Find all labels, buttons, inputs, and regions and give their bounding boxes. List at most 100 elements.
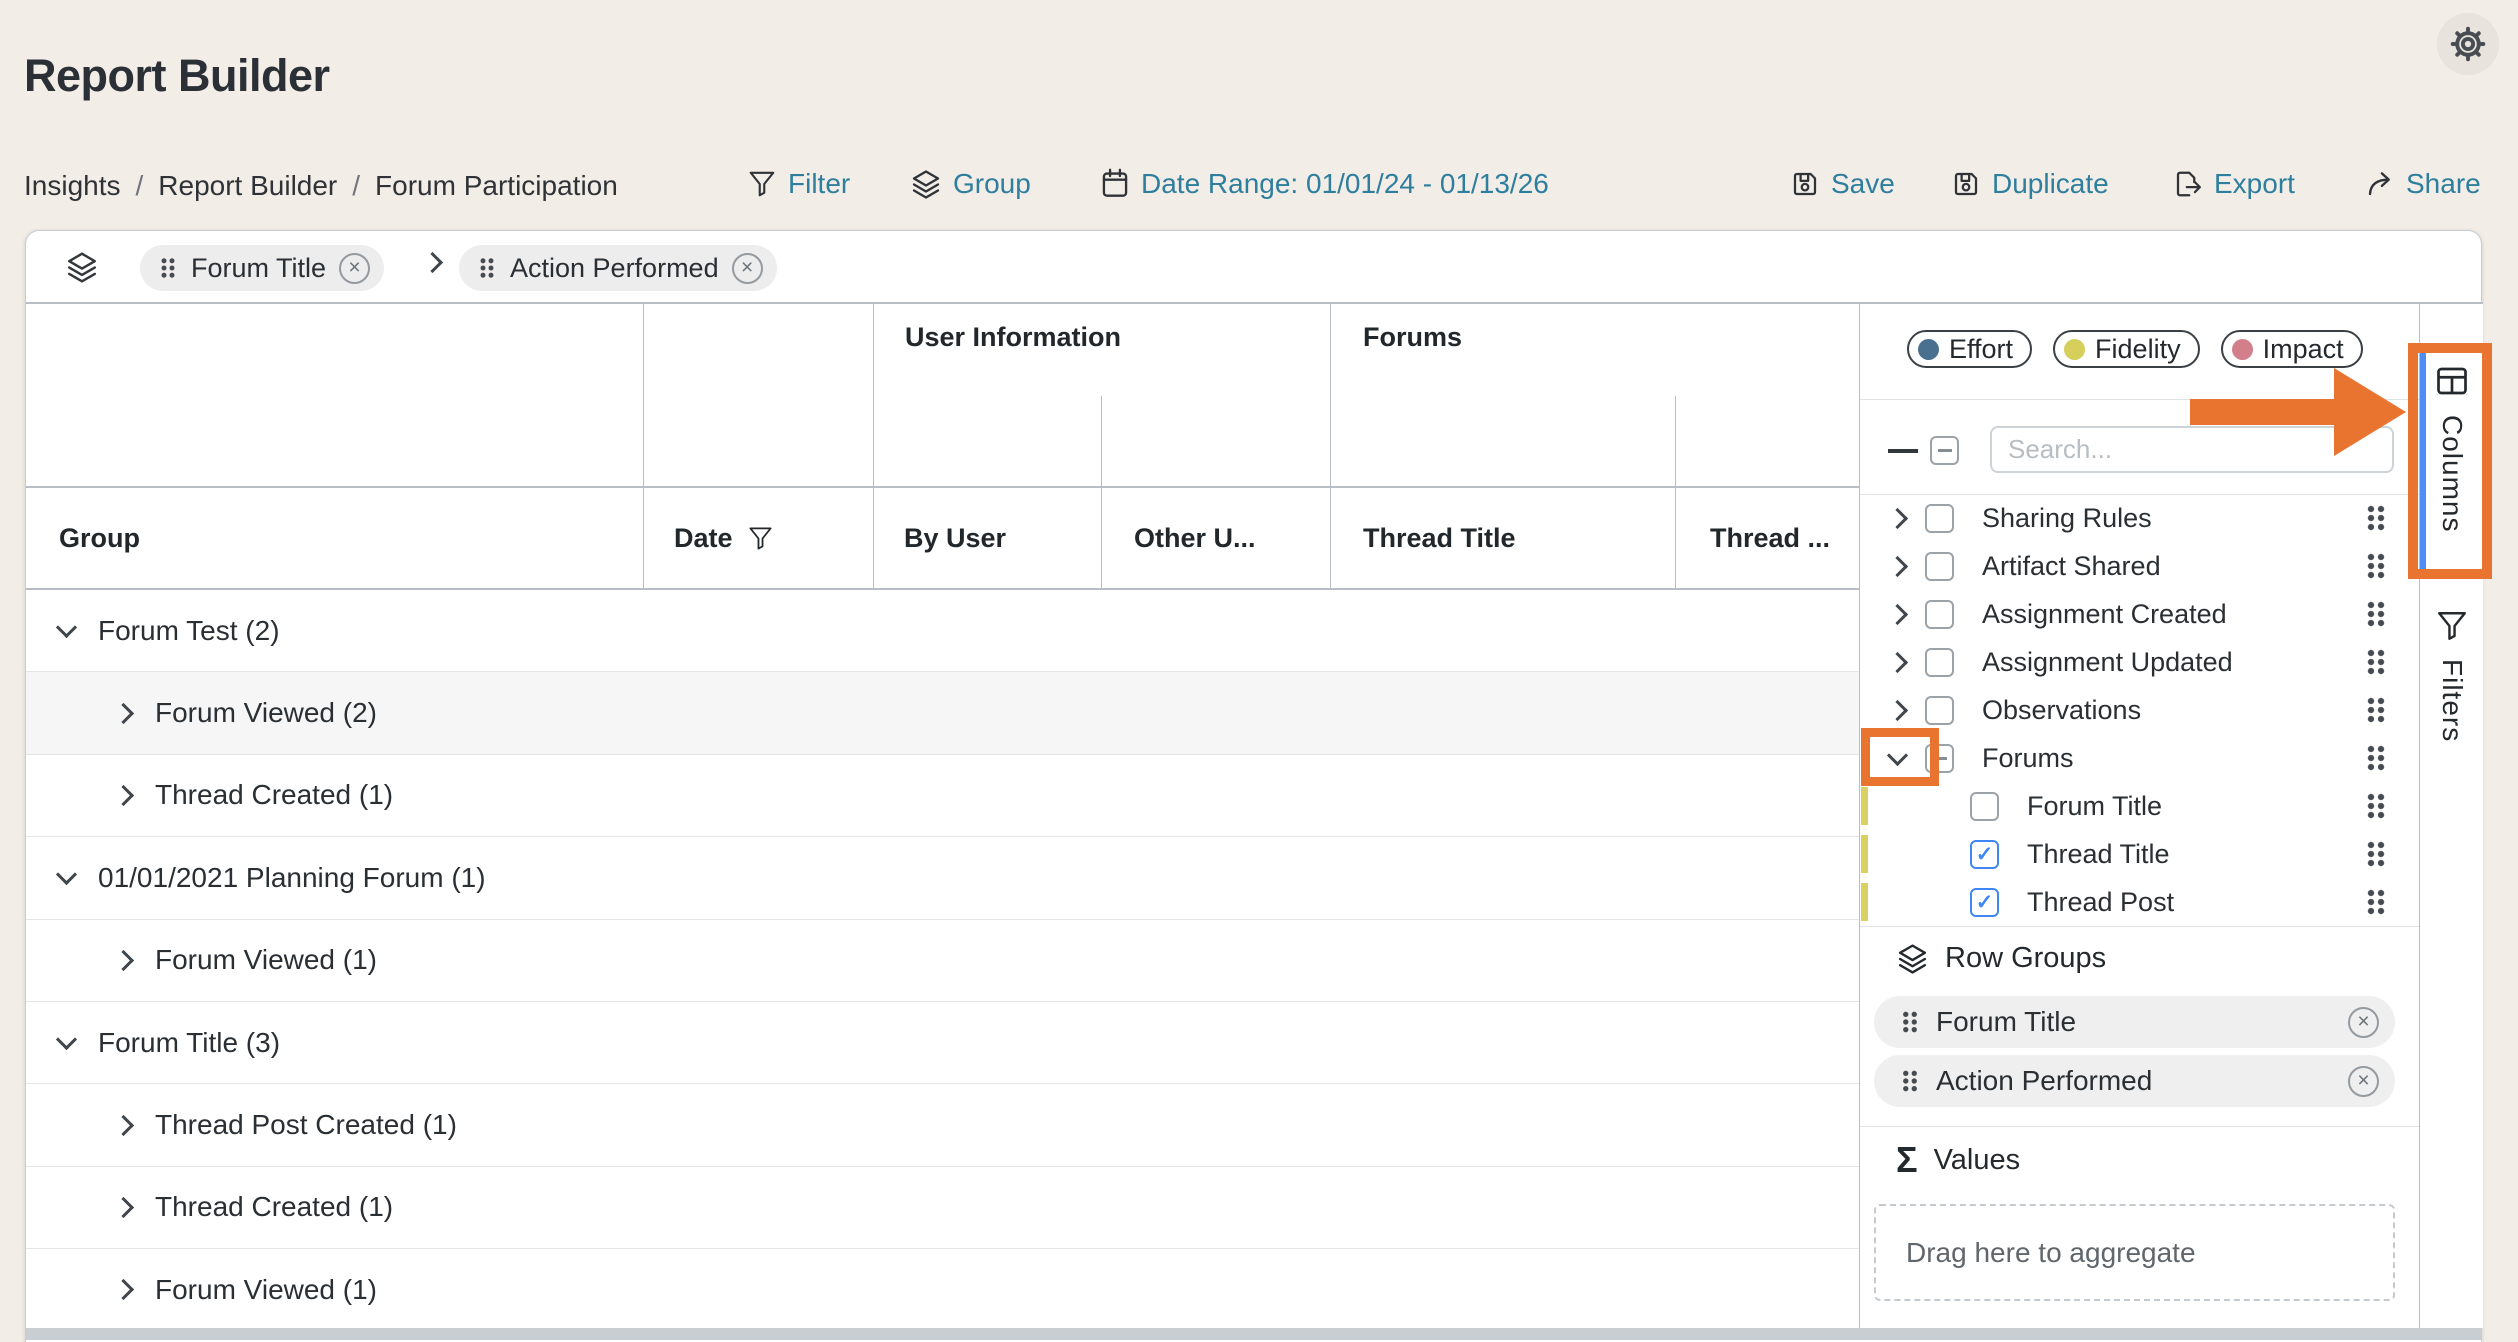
column-header-thread[interactable]: Thread ... [1710, 488, 1830, 588]
drag-handle-icon[interactable] [2366, 742, 2386, 774]
group-button[interactable]: Group [910, 165, 1031, 203]
tree-item-forums[interactable]: Forums [1860, 734, 2420, 782]
drag-handle-icon[interactable] [160, 255, 176, 281]
drag-handle-icon[interactable] [2366, 502, 2386, 534]
tree-item-assignment-updated[interactable]: Assignment Updated [1860, 638, 2420, 686]
tree-item-thread-post[interactable]: Thread Post [1860, 878, 2420, 926]
checkbox-indeterminate[interactable] [1925, 744, 1954, 773]
drag-handle-icon[interactable] [2366, 550, 2386, 582]
horizontal-scrollbar[interactable] [26, 1328, 2481, 1340]
share-button[interactable]: Share [2365, 165, 2481, 203]
tree-item-label: Assignment Updated [1982, 647, 2233, 678]
tree-item-thread-title[interactable]: Thread Title [1860, 830, 2420, 878]
table-row-forum-viewed[interactable]: Forum Viewed (1) [26, 920, 1859, 1002]
group-chip-action-performed[interactable]: Action Performed × [459, 245, 777, 291]
chevron-right-icon[interactable] [113, 950, 134, 971]
chevron-right-icon[interactable] [1887, 603, 1908, 624]
collapse-all-icon[interactable] [1888, 449, 1918, 453]
chevron-right-icon[interactable] [113, 702, 134, 723]
metric-legend: Effort Fidelity Impact [1907, 330, 2363, 368]
column-header-thread-title[interactable]: Thread Title [1363, 488, 1516, 588]
tree-item-artifact-shared[interactable]: Artifact Shared [1860, 542, 2420, 590]
breadcrumb-report-builder[interactable]: Report Builder [158, 170, 337, 202]
drag-handle-icon[interactable] [2366, 838, 2386, 870]
row-group-chip-forum-title[interactable]: Forum Title × [1874, 996, 2395, 1048]
chevron-right-icon[interactable] [113, 785, 134, 806]
tab-filters[interactable]: Filters [2420, 609, 2484, 809]
drag-handle-icon[interactable] [1902, 1067, 1919, 1094]
save-button[interactable]: Save [1790, 165, 1895, 203]
chevron-right-icon[interactable] [113, 1197, 134, 1218]
table-row-forum-viewed[interactable]: Forum Viewed (2) [26, 672, 1859, 754]
drag-handle-icon[interactable] [2366, 694, 2386, 726]
table-row-forum-title[interactable]: Forum Title (3) [26, 1002, 1859, 1084]
chevron-down-icon[interactable] [56, 617, 77, 638]
table-row-planning-forum[interactable]: 01/01/2021 Planning Forum (1) [26, 837, 1859, 919]
drag-handle-icon[interactable] [2366, 790, 2386, 822]
checkbox-checked[interactable] [1970, 888, 1999, 917]
column-header-by-user[interactable]: By User [904, 488, 1006, 588]
chevron-right-icon[interactable] [113, 1114, 134, 1135]
chevron-down-icon[interactable] [56, 1029, 77, 1050]
chevron-right-icon[interactable] [1887, 651, 1908, 672]
tree-item-sharing-rules[interactable]: Sharing Rules [1860, 494, 2420, 542]
chevron-right-icon[interactable] [1887, 699, 1908, 720]
column-header-date[interactable]: Date [674, 488, 774, 588]
chevron-right-icon[interactable] [113, 1279, 134, 1300]
drag-handle-icon[interactable] [2366, 646, 2386, 678]
chevron-right-icon[interactable] [1887, 555, 1908, 576]
checkbox-checked[interactable] [1970, 840, 1999, 869]
breadcrumb-separator: / [352, 170, 360, 202]
legend-pill-effort[interactable]: Effort [1907, 330, 2032, 368]
row-group-chip-action-performed[interactable]: Action Performed × [1874, 1055, 2395, 1107]
duplicate-button[interactable]: Duplicate [1951, 165, 2109, 203]
table-row-thread-created[interactable]: Thread Created (1) [26, 755, 1859, 837]
column-header-other-user[interactable]: Other U... [1134, 488, 1256, 588]
group-chip-forum-title[interactable]: Forum Title × [140, 245, 384, 291]
tree-item-assignment-created[interactable]: Assignment Created [1860, 590, 2420, 638]
table-row-thread-post-created[interactable]: Thread Post Created (1) [26, 1084, 1859, 1166]
table-row-forum-viewed[interactable]: Forum Viewed (1) [26, 1249, 1859, 1331]
breadcrumb-forum-participation[interactable]: Forum Participation [375, 170, 618, 202]
select-all-checkbox[interactable] [1930, 436, 1959, 465]
export-button[interactable]: Export [2173, 165, 2295, 203]
drag-handle-icon[interactable] [479, 255, 495, 281]
settings-button[interactable] [2437, 13, 2499, 75]
values-dropzone[interactable]: Drag here to aggregate [1874, 1204, 2395, 1301]
checkbox[interactable] [1925, 552, 1954, 581]
floppy-icon [1790, 169, 1820, 199]
table-row-forum-test[interactable]: Forum Test (2) [26, 590, 1859, 672]
tree-item-forum-title[interactable]: Forum Title [1860, 782, 2420, 830]
remove-chip-icon[interactable]: × [2348, 1066, 2379, 1097]
chevron-down-icon[interactable] [1887, 744, 1908, 765]
checkbox[interactable] [1925, 504, 1954, 533]
table-row-thread-created[interactable]: Thread Created (1) [26, 1167, 1859, 1249]
remove-chip-icon[interactable]: × [339, 253, 370, 284]
checkbox[interactable] [1925, 696, 1954, 725]
drag-handle-icon[interactable] [2366, 886, 2386, 918]
chevron-down-icon[interactable] [56, 864, 77, 885]
search-input[interactable] [1990, 426, 2394, 473]
tree-item-observations[interactable]: Observations [1860, 686, 2420, 734]
tab-columns[interactable]: Columns [2420, 353, 2484, 571]
fidelity-dot-icon [2064, 339, 2085, 360]
checkbox[interactable] [1925, 600, 1954, 629]
legend-label: Effort [1949, 334, 2013, 365]
filter-button[interactable]: Filter [747, 165, 850, 203]
layers-icon [65, 250, 99, 284]
legend-pill-impact[interactable]: Impact [2221, 330, 2363, 368]
drag-handle-icon[interactable] [2366, 598, 2386, 630]
remove-chip-icon[interactable]: × [732, 253, 763, 284]
gear-icon [2450, 26, 2486, 62]
legend-pill-fidelity[interactable]: Fidelity [2053, 330, 2200, 368]
page-title: Report Builder [24, 50, 330, 102]
drag-handle-icon[interactable] [1902, 1008, 1919, 1035]
checkbox[interactable] [1970, 792, 1999, 821]
breadcrumb-insights[interactable]: Insights [24, 170, 121, 202]
date-range-button[interactable]: Date Range: 01/01/24 - 01/13/26 [1100, 165, 1549, 203]
column-filter-icon[interactable] [747, 525, 774, 552]
checkbox[interactable] [1925, 648, 1954, 677]
column-header-group[interactable]: Group [59, 488, 140, 588]
remove-chip-icon[interactable]: × [2348, 1007, 2379, 1038]
chevron-right-icon[interactable] [1887, 507, 1908, 528]
